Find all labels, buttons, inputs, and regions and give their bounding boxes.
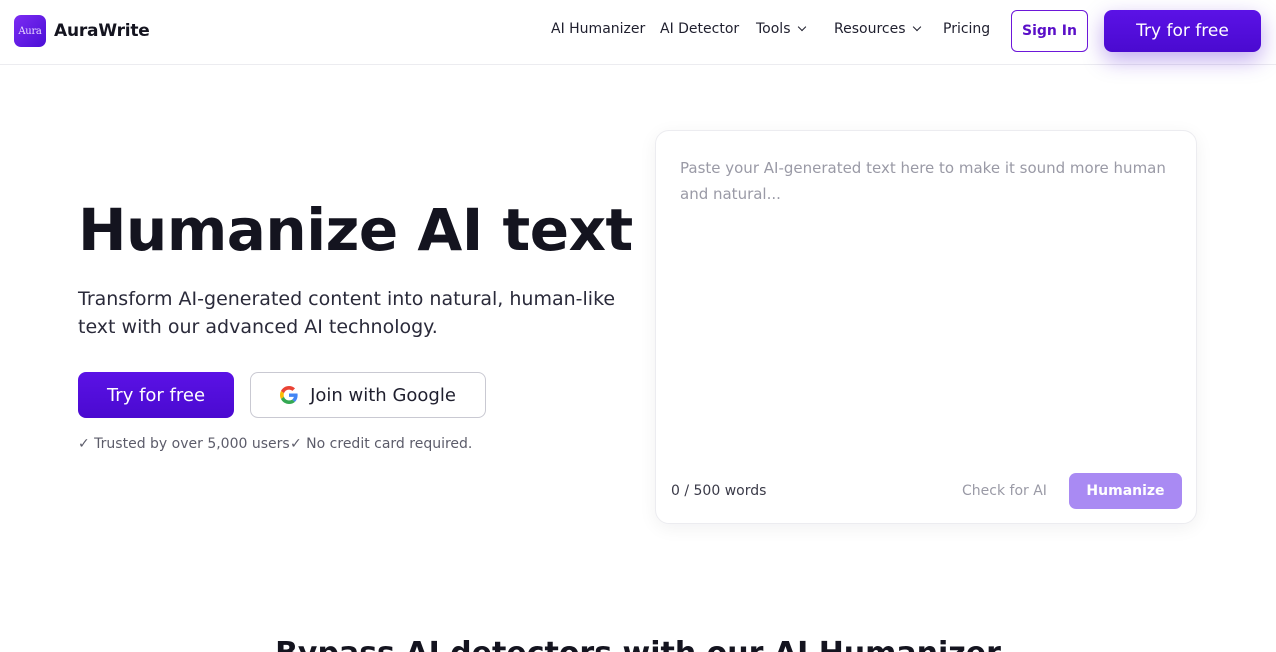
top-navbar: Aura AuraWrite AI Humanizer AI Detector …	[0, 0, 1276, 65]
join-with-google-label: Join with Google	[310, 384, 456, 406]
section-heading: Bypass AI detectors with our AI Humanize…	[0, 636, 1276, 652]
nav-ai-humanizer-label: AI Humanizer	[551, 21, 646, 37]
logo-icon[interactable]: Aura	[14, 15, 46, 47]
header-try-free-button[interactable]: Try for free	[1104, 10, 1261, 52]
brand-name[interactable]: AuraWrite	[54, 21, 150, 41]
chevron-down-icon	[912, 22, 921, 32]
trust-users-text: ✓ Trusted by over 5,000 users	[78, 436, 290, 452]
nav-ai-humanizer[interactable]: AI Humanizer	[551, 21, 645, 37]
humanize-button[interactable]: Humanize	[1069, 473, 1182, 509]
hero-try-free-button[interactable]: Try for free	[78, 372, 234, 418]
hero-title: Humanize AI text	[78, 196, 633, 264]
check-for-ai-button[interactable]: Check for AI	[962, 483, 1047, 499]
nav-resources-dropdown[interactable]: Resources	[834, 21, 921, 37]
hero-subtitle: Transform AI-generated content into natu…	[78, 288, 616, 338]
trust-no-card-text: ✓ No credit card required.	[290, 436, 473, 452]
word-count: 0 / 500 words	[671, 483, 767, 499]
nav-ai-detector[interactable]: AI Detector	[660, 21, 739, 37]
nav-tools-dropdown[interactable]: Tools	[756, 21, 806, 37]
nav-pricing[interactable]: Pricing	[943, 21, 990, 37]
nav-resources-label: Resources	[834, 21, 906, 37]
humanizer-editor-card: 0 / 500 words Check for AI Humanize	[655, 130, 1197, 524]
nav-ai-detector-label: AI Detector	[660, 21, 740, 37]
ai-text-input[interactable]	[668, 143, 1186, 453]
join-with-google-button[interactable]: Join with Google	[250, 372, 486, 418]
nav-tools-label: Tools	[756, 21, 791, 37]
chevron-down-icon	[797, 22, 806, 32]
nav-pricing-label: Pricing	[943, 21, 991, 37]
logo-text: Aura	[18, 25, 42, 37]
google-icon	[280, 386, 298, 404]
sign-in-button[interactable]: Sign In	[1011, 10, 1088, 52]
